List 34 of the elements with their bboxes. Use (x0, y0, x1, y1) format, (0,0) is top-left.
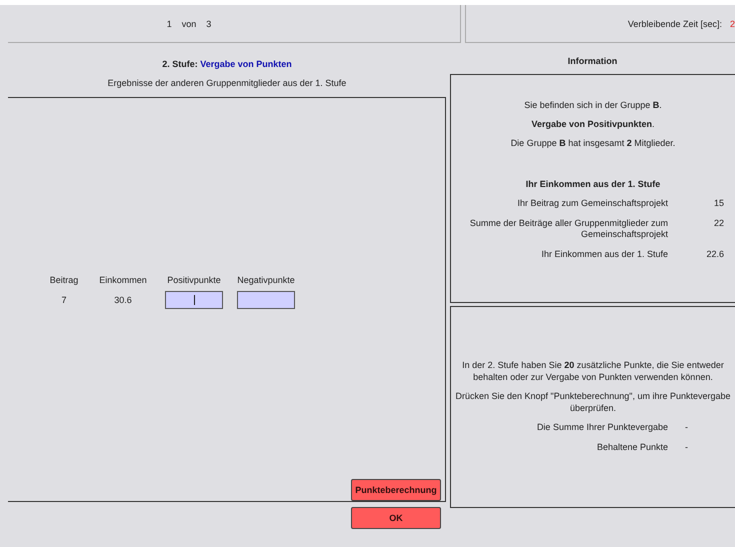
info-text: In der 2. Stufe haben Sie 20 zusätzliche Punkte, die Sie entweder behalten oder zur Vergabe von Punkten verwenden können. (461, 359, 725, 383)
column-header: Negativpunkte (237, 275, 295, 285)
summary-value: - (684, 441, 688, 453)
income-label: Ihr Beitrag zum Gemeinschaftsprojekt (516, 198, 668, 209)
page-number: 1 (166, 18, 172, 28)
page-total: 3 (206, 18, 212, 28)
income-value: 22.6 (705, 249, 725, 260)
page-of-label: von (182, 18, 196, 28)
income-label: Ihr Einkommen aus der 1. Stufe (540, 249, 668, 260)
time-label: Verbleibende Zeit [sec]: (628, 18, 722, 28)
income-heading: Ihr Einkommen aus der 1. Stufe (526, 179, 660, 189)
time-value: 2 (730, 18, 735, 28)
income-value: 22 (712, 218, 725, 229)
ok-button[interactable]: OK (351, 507, 441, 529)
column-header: Beitrag (50, 275, 78, 285)
summary-label: Die Summe Ihrer Punktevergabe (536, 421, 668, 433)
calculate-button[interactable]: Punkteberechnung (351, 479, 441, 501)
table-cell: 30.6 (114, 295, 132, 305)
column-header: Positivpunkte (167, 275, 221, 285)
income-value: 15 (712, 198, 725, 209)
table-cell: 7 (61, 295, 66, 305)
info-text: Drücken Sie den Knopf "Punkteberechnung", um ihre Punktevergabe überprüfen. (454, 390, 732, 414)
column-header: Einkommen (99, 275, 147, 285)
summary-value: - (684, 421, 688, 433)
summary-label: Behaltene Punkte (596, 441, 668, 453)
info-text: Die Gruppe B hat insgesamt 2 Mitglieder. (510, 138, 676, 148)
input-field[interactable] (237, 291, 295, 309)
input-field[interactable] (165, 291, 223, 309)
stage-title: 2. Stufe: Vergabe von Punkten (162, 59, 292, 69)
information-title: Information (568, 56, 618, 66)
results-subtitle: Ergebnisse der anderen Gruppenmitglieder aus der 1. Stufe (108, 78, 346, 88)
income-label: Summe der Beiträge aller Gruppenmitglieder zum Gemeinschaftsprojekt (468, 218, 668, 240)
info-text: Vergabe von Positivpunkten. (531, 119, 655, 129)
info-text: Sie befinden sich in der Gruppe B. (524, 100, 662, 110)
